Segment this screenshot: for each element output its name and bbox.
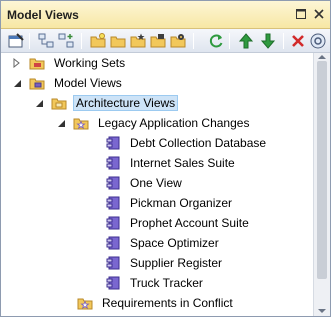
- tree-node-label: Legacy Application Changes: [98, 116, 250, 130]
- component-icon: [105, 155, 121, 171]
- tree-node-requirements-in-conflict[interactable]: Requirements in Conflict: [77, 293, 236, 313]
- favorites-folder-icon: [73, 115, 89, 131]
- tree-node-label: Internet Sales Suite: [130, 156, 235, 170]
- tree-node-label: Debt Collection Database: [130, 136, 267, 150]
- tree-node-architecture-views[interactable]: Architecture Views: [33, 93, 179, 113]
- pin-icon[interactable]: [294, 7, 308, 21]
- tree-node-label: Prophet Account Suite: [130, 216, 249, 230]
- scroll-down-icon[interactable]: [318, 309, 326, 313]
- component-icon: [105, 135, 121, 151]
- folder-star-icon[interactable]: [129, 32, 147, 50]
- tree-node-label: Architecture Views: [73, 95, 179, 111]
- tree-node-label: One View: [130, 176, 182, 190]
- tree-item-one-view[interactable]: One View: [105, 173, 185, 193]
- tree-item-truck-tracker[interactable]: Truck Tracker: [105, 273, 206, 293]
- move-up-icon[interactable]: [237, 32, 255, 50]
- view-folder-icon: [51, 95, 67, 111]
- tree-item-supplier-register[interactable]: Supplier Register: [105, 253, 225, 273]
- title-bar: Model Views: [1, 1, 330, 29]
- component-icon: [105, 275, 121, 291]
- model-views-panel: Model Views Working Sets Model Views Arc…: [0, 0, 331, 317]
- tree-node-label: Pickman Organizer: [130, 196, 233, 210]
- tree-node-legacy-application-changes[interactable]: Legacy Application Changes: [55, 113, 252, 133]
- toolbar-separator: [193, 33, 194, 49]
- view-properties-icon[interactable]: [7, 32, 25, 50]
- tree-node-label: Requirements in Conflict: [102, 296, 233, 310]
- toolbar: [1, 29, 330, 53]
- folder-link-icon[interactable]: [149, 32, 167, 50]
- component-icon: [105, 215, 121, 231]
- model-views-icon: [29, 75, 45, 91]
- component-icon: [105, 175, 121, 191]
- tree-item-space-optimizer[interactable]: Space Optimizer: [105, 233, 222, 253]
- tree-item-prophet-account-suite[interactable]: Prophet Account Suite: [105, 213, 252, 233]
- working-sets-icon: [29, 55, 45, 71]
- tree-node-label: Model Views: [54, 76, 122, 90]
- tree-item-pickman-organizer[interactable]: Pickman Organizer: [105, 193, 235, 213]
- delete-icon[interactable]: [289, 32, 307, 50]
- scrollbar-thumb[interactable]: [317, 61, 327, 279]
- vertical-scrollbar[interactable]: [313, 53, 330, 316]
- component-icon: [105, 255, 121, 271]
- move-down-icon[interactable]: [259, 32, 277, 50]
- toolbar-separator: [229, 33, 230, 49]
- toolbar-separator: [81, 33, 82, 49]
- tree-node-working-sets[interactable]: Working Sets: [11, 53, 128, 73]
- component-icon: [105, 195, 121, 211]
- scroll-up-icon[interactable]: [318, 55, 326, 59]
- tree-node-label: Truck Tracker: [130, 276, 203, 290]
- folder-settings-icon[interactable]: [169, 32, 187, 50]
- refresh-icon[interactable]: [207, 32, 225, 50]
- tree-node-model-views[interactable]: Model Views: [11, 73, 125, 93]
- tree-node-label: Supplier Register: [130, 256, 223, 270]
- tree-node-label: Working Sets: [54, 56, 126, 70]
- toolbar-separator: [283, 33, 284, 49]
- toolbar-separator: [29, 33, 30, 49]
- collapse-arrow-icon[interactable]: [33, 97, 45, 109]
- favorites-folder-icon: [77, 295, 93, 311]
- tree-node-label: Space Optimizer: [130, 236, 219, 250]
- tree-item-internet-sales-suite[interactable]: Internet Sales Suite: [105, 153, 238, 173]
- add-view-icon[interactable]: [37, 32, 55, 50]
- tree-item-debt-collection-database[interactable]: Debt Collection Database: [105, 133, 269, 153]
- collapse-arrow-icon[interactable]: [55, 117, 67, 129]
- help-icon[interactable]: [309, 32, 327, 50]
- folder-open-icon[interactable]: [109, 32, 127, 50]
- component-icon: [105, 235, 121, 251]
- model-views-tree: Working Sets Model Views Architecture Vi…: [1, 53, 313, 316]
- collapse-arrow-icon[interactable]: [11, 77, 23, 89]
- expand-arrow-icon[interactable]: [11, 57, 23, 69]
- close-icon[interactable]: [312, 7, 326, 21]
- window-title: Model Views: [7, 8, 79, 22]
- new-folder-icon[interactable]: [89, 32, 107, 50]
- add-folder-icon[interactable]: [57, 32, 75, 50]
